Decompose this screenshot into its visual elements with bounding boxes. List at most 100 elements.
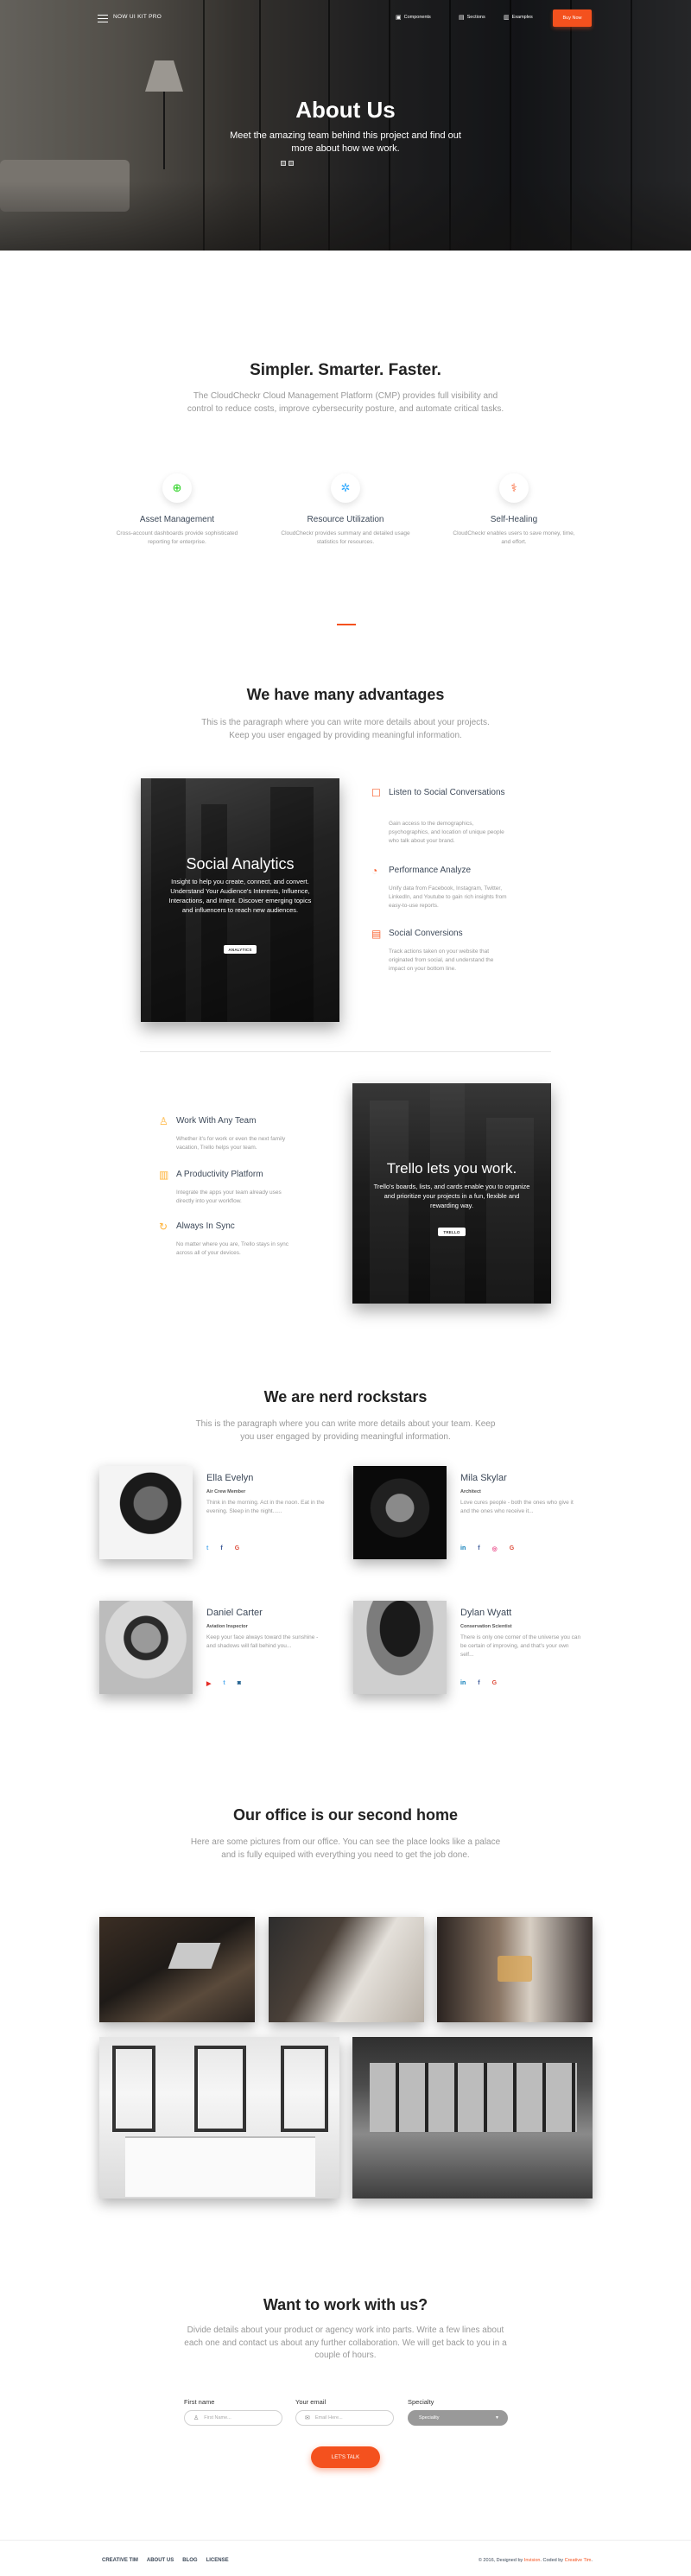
member-bio: Love cures people - both the ones who gi… bbox=[460, 1500, 574, 1514]
social-analytics-card[interactable]: Social Analytics Insight to help you cre… bbox=[141, 778, 339, 1022]
footer-link-about-us[interactable]: ABOUT US bbox=[147, 2558, 174, 2563]
feature-desc: CloudCheckr provides summary and detaile… bbox=[281, 530, 410, 545]
chat-icon: ☐ bbox=[371, 787, 381, 799]
email-field[interactable]: ✉ Email Here... bbox=[295, 2410, 394, 2426]
social-links: in f ◎ G bbox=[460, 1545, 514, 1552]
avatar bbox=[353, 1466, 447, 1559]
page-title: About Us bbox=[295, 97, 396, 123]
specialty-value: Speciality bbox=[419, 2415, 440, 2421]
social-links: ▶ t ◙ bbox=[206, 1680, 241, 1687]
info-title: Listen to Social Conversations bbox=[389, 788, 505, 797]
hero-header: NOW UI KIT PRO ▣ Components ▤ Sections ▥… bbox=[0, 0, 691, 251]
hero-subtitle: Meet the amazing team behind this projec… bbox=[230, 130, 461, 154]
info-title: A Productivity Platform bbox=[176, 1170, 263, 1179]
hero-social-buttons bbox=[281, 161, 294, 166]
table-shape bbox=[125, 2136, 315, 2197]
advantages-description: This is the paragraph where you can writ… bbox=[201, 718, 490, 740]
card-description: Trello's boards, lists, and cards enable… bbox=[373, 1183, 530, 1209]
window-wall bbox=[370, 2063, 577, 2132]
team-description: This is the paragraph where you can writ… bbox=[195, 1419, 496, 1442]
menu-icon[interactable] bbox=[98, 15, 108, 22]
components-icon: ▣ bbox=[396, 15, 402, 21]
member-role: Aviation Inspector bbox=[206, 1624, 248, 1629]
footer-link-creative-tim[interactable]: CREATIVE TIM bbox=[102, 2558, 138, 2563]
coder-link[interactable]: Creative Tim bbox=[565, 2558, 592, 2563]
trello-chip-button[interactable]: TRELLO bbox=[438, 1228, 466, 1236]
feature-self-healing: ⚕ Self-Healing CloudCheckr enables users… bbox=[449, 473, 579, 546]
footer: CREATIVE TIM ABOUT US BLOG LICENSE © 201… bbox=[0, 2540, 691, 2576]
social-button[interactable] bbox=[288, 161, 294, 166]
office-photo-meeting bbox=[269, 1917, 424, 2022]
linkedin-icon[interactable]: in bbox=[460, 1545, 466, 1552]
feature-title: Resource Utilization bbox=[307, 515, 384, 524]
facebook-icon[interactable]: f bbox=[478, 1545, 479, 1552]
youtube-icon[interactable]: ▶ bbox=[206, 1680, 211, 1687]
feature-desc: Cross-account dashboards provide sophist… bbox=[116, 530, 238, 545]
office-photo-laptop bbox=[99, 1917, 255, 2022]
globe-icon: ⊕ bbox=[162, 473, 192, 503]
analytics-chip-button[interactable]: ANALYTICS bbox=[224, 945, 257, 954]
feature-title: Self-Healing bbox=[490, 515, 538, 524]
social-button[interactable] bbox=[281, 161, 286, 166]
member-bio: Think in the morning. Act in the noon. E… bbox=[206, 1500, 325, 1514]
google-icon[interactable]: G bbox=[510, 1545, 514, 1552]
nav-link-sections[interactable]: ▤ Sections bbox=[459, 14, 485, 21]
designer-link[interactable]: Invision bbox=[524, 2558, 541, 2563]
card-title: Social Analytics bbox=[186, 855, 295, 872]
footer-link-license[interactable]: LICENSE bbox=[206, 2558, 229, 2563]
facebook-icon[interactable]: f bbox=[220, 1545, 222, 1551]
info-desc: Track actions taken on your website that… bbox=[389, 949, 494, 972]
google-icon[interactable]: G bbox=[492, 1680, 497, 1686]
email-label: Your email bbox=[295, 2398, 326, 2406]
linkedin-icon[interactable]: in bbox=[460, 1680, 466, 1686]
chart-icon: ◔ bbox=[371, 865, 378, 877]
lets-talk-button[interactable]: LET'S TALK bbox=[311, 2446, 380, 2468]
advantages-title: We have many advantages bbox=[246, 686, 445, 703]
brand-link[interactable]: NOW UI KIT PRO bbox=[113, 14, 162, 20]
contact-description: Divide details about your product or age… bbox=[184, 2325, 507, 2360]
buy-now-button[interactable]: Buy Now bbox=[553, 10, 592, 27]
feature-asset-management: ⊕ Asset Management Cross-account dashboa… bbox=[112, 473, 242, 546]
google-icon[interactable]: G bbox=[235, 1545, 239, 1551]
email-icon: ✉ bbox=[305, 2415, 310, 2421]
copyright: © 2016, Designed by Invision. Coded by C… bbox=[479, 2558, 593, 2563]
specialty-select[interactable]: Speciality ▼ bbox=[408, 2410, 508, 2426]
nav-link-examples[interactable]: ▥ Examples bbox=[504, 14, 533, 21]
twitter-icon[interactable]: t bbox=[206, 1545, 208, 1551]
avatar bbox=[353, 1601, 447, 1694]
email-placeholder: Email Here... bbox=[314, 2415, 343, 2421]
office-photo-loft bbox=[352, 2037, 593, 2198]
user-icon: ♙ bbox=[193, 2415, 200, 2421]
info-desc: Integrate the apps your team already use… bbox=[176, 1190, 282, 1204]
first-name-placeholder: First Name... bbox=[204, 2415, 231, 2421]
social-links: in f G bbox=[460, 1680, 497, 1686]
member-name: Ella Evelyn bbox=[206, 1473, 254, 1483]
info-desc: Gain access to the demographics, psychog… bbox=[389, 821, 504, 844]
feature-desc: CloudCheckr enables users to save money,… bbox=[453, 530, 575, 545]
nav-link-label: Examples bbox=[511, 15, 533, 20]
info-desc: Unify data from Facebook, Instagram, Twi… bbox=[389, 885, 507, 909]
instagram-icon[interactable]: ◙ bbox=[238, 1680, 241, 1687]
info-title: Work With Any Team bbox=[176, 1116, 257, 1126]
first-name-field[interactable]: ♙ First Name... bbox=[184, 2410, 282, 2426]
member-bio: Keep your face always toward the sunshin… bbox=[206, 1634, 319, 1649]
footer-link-blog[interactable]: BLOG bbox=[182, 2558, 197, 2563]
info-title: Social Conversions bbox=[389, 929, 463, 938]
separator-line bbox=[140, 1051, 551, 1052]
facebook-icon[interactable]: f bbox=[478, 1680, 479, 1686]
copyright-text: © 2016, Designed by bbox=[478, 2558, 524, 2563]
ambulance-icon: ⚕ bbox=[499, 473, 529, 503]
trello-card[interactable]: Trello lets you work. Trello's boards, l… bbox=[352, 1083, 551, 1304]
team-member-card: Ella Evelyn Air Crew Member Think in the… bbox=[99, 1466, 341, 1561]
chevron-down-icon: ▼ bbox=[495, 2415, 499, 2421]
dribbble-icon[interactable]: ◎ bbox=[492, 1545, 498, 1552]
team-member-card: Dylan Wyatt Conservation Scientist There… bbox=[353, 1601, 595, 1696]
specialty-label: Specialty bbox=[408, 2398, 434, 2406]
twitter-icon[interactable]: t bbox=[223, 1680, 225, 1687]
member-role: Air Crew Member bbox=[206, 1489, 246, 1494]
avatar bbox=[99, 1466, 193, 1559]
info-title: Always In Sync bbox=[176, 1221, 235, 1231]
laptop-shape bbox=[168, 1943, 221, 1969]
office-photo-conference bbox=[99, 2037, 339, 2198]
nav-link-components[interactable]: ▣ Components bbox=[396, 14, 431, 21]
